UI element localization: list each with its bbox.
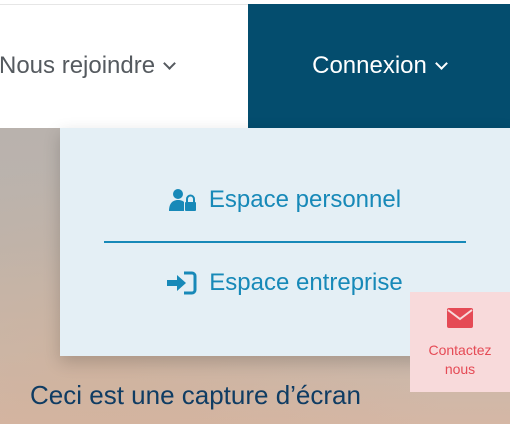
contact-label-line2: nous xyxy=(444,361,476,377)
contact-button[interactable]: Contactez nous xyxy=(410,292,510,392)
chevron-down-icon xyxy=(163,56,176,70)
sign-in-icon xyxy=(167,271,197,295)
user-lock-icon xyxy=(168,188,197,212)
contact-label-line1: Contactez xyxy=(428,342,492,358)
nav-item-nous-rejoindre[interactable]: Nous rejoindre xyxy=(0,4,248,128)
hero-caption: Ceci est une capture d’écran xyxy=(30,380,361,410)
nav-item-label: Nous rejoindre xyxy=(0,52,156,79)
menu-divider xyxy=(104,241,466,243)
menu-item-espace-personnel[interactable]: Espace personnel xyxy=(60,180,510,220)
menu-item-label: Espace personnel xyxy=(208,186,402,213)
menu-item-label: Espace entreprise xyxy=(209,269,403,296)
envelope-icon xyxy=(447,308,473,333)
nav-item-label: Connexion xyxy=(312,52,427,79)
chevron-down-icon xyxy=(435,56,448,70)
nav-item-connexion[interactable]: Connexion xyxy=(248,4,510,128)
